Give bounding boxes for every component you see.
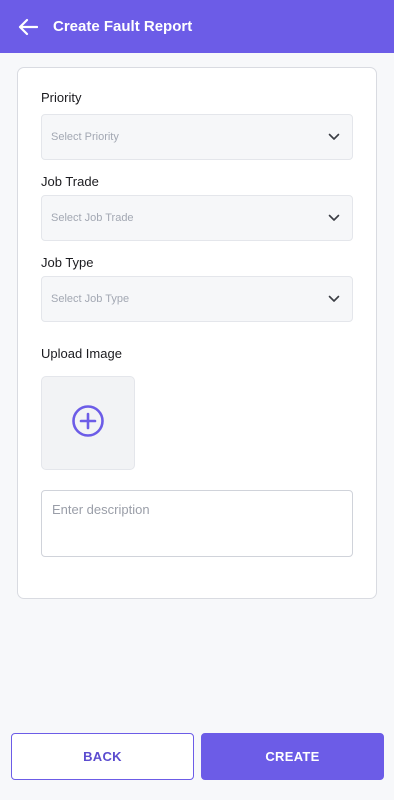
description-input[interactable] bbox=[41, 490, 353, 557]
job-type-select-placeholder: Select Job Type bbox=[51, 293, 130, 305]
chevron-down-icon bbox=[328, 212, 340, 224]
back-button[interactable]: BACK bbox=[11, 733, 194, 780]
upload-image-label: Upload Image bbox=[41, 346, 122, 361]
job-trade-select[interactable]: Select Job Trade bbox=[41, 195, 353, 241]
plus-circle-icon bbox=[71, 404, 105, 443]
chevron-down-icon bbox=[328, 293, 340, 305]
app-header: Create Fault Report bbox=[0, 0, 394, 53]
priority-select[interactable]: Select Priority bbox=[41, 114, 353, 160]
page-title: Create Fault Report bbox=[53, 18, 193, 35]
fault-report-form: Priority Select Priority Job Trade Selec… bbox=[17, 67, 377, 599]
job-trade-select-placeholder: Select Job Trade bbox=[51, 212, 134, 224]
back-arrow-icon[interactable] bbox=[17, 16, 39, 38]
upload-image-button[interactable] bbox=[41, 376, 135, 470]
create-button[interactable]: CREATE bbox=[201, 733, 384, 780]
priority-label: Priority bbox=[41, 90, 82, 105]
priority-select-placeholder: Select Priority bbox=[51, 131, 119, 143]
chevron-down-icon bbox=[328, 131, 340, 143]
job-trade-label: Job Trade bbox=[41, 174, 99, 189]
job-type-label: Job Type bbox=[41, 255, 94, 270]
job-type-select[interactable]: Select Job Type bbox=[41, 276, 353, 322]
